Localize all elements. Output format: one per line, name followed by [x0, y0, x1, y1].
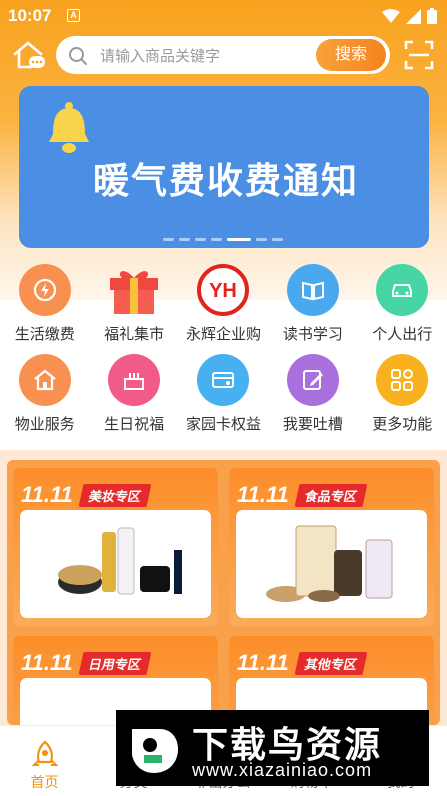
service-label: 更多功能	[372, 416, 433, 433]
service-more[interactable]: 更多功能	[358, 352, 447, 442]
promo-image-cosmetics	[20, 510, 211, 618]
tab-home[interactable]: 首页	[0, 726, 89, 796]
yh-logo-icon: YH	[197, 264, 250, 316]
bill-icon	[18, 264, 71, 316]
home-message-icon[interactable]	[12, 38, 46, 72]
banner-title: 暖气费收费通知	[93, 160, 360, 201]
service-label: 个人出行	[372, 326, 433, 343]
carousel-dot	[163, 238, 174, 241]
tab-label: 首页	[30, 774, 59, 790]
car-icon	[376, 264, 429, 316]
gift-icon	[108, 264, 160, 316]
promo-tag: 日用专区	[78, 651, 152, 675]
search-row: 请输入商品关键字 搜索	[0, 36, 447, 76]
service-property[interactable]: 物业服务	[0, 352, 89, 442]
carousel-dot	[179, 238, 190, 241]
cake-icon	[108, 354, 161, 406]
edit-icon	[286, 354, 339, 406]
status-time: 10:07	[8, 6, 52, 25]
service-living-payment[interactable]: 生活缴费	[0, 262, 89, 352]
service-label: 家园卡权益	[185, 416, 261, 433]
service-home-card[interactable]: 家园卡权益	[179, 352, 268, 442]
carousel-dot	[211, 238, 222, 241]
service-label: 福礼集市	[104, 326, 165, 343]
promo-image-food	[236, 510, 427, 618]
service-travel[interactable]: 个人出行	[358, 262, 447, 352]
watermark-url: www.xiazainiao.com	[192, 760, 373, 780]
carousel-dot	[256, 238, 267, 241]
carousel-dot-active	[227, 238, 251, 241]
search-input[interactable]: 请输入商品关键字	[100, 45, 220, 66]
service-reading[interactable]: 读书学习	[268, 262, 357, 352]
announcement-banner[interactable]: 暖气费收费通知	[19, 86, 429, 248]
house-icon	[18, 354, 71, 406]
wifi-icon	[382, 9, 400, 23]
service-birthday[interactable]: 生日祝福	[89, 352, 178, 442]
notification-icon: A	[67, 9, 80, 22]
carousel-dot	[272, 238, 283, 241]
bird-logo-icon	[132, 729, 178, 773]
service-gift-market[interactable]: 福礼集市	[89, 262, 178, 352]
carousel-dot	[195, 238, 206, 241]
svg-text:YH: YH	[210, 280, 238, 302]
rocket-icon	[31, 740, 59, 766]
scan-icon[interactable]	[404, 40, 434, 70]
promo-tag: 其他专区	[294, 651, 368, 675]
book-icon	[286, 264, 339, 316]
search-button[interactable]: 搜索	[316, 39, 386, 71]
promo-date: 11.11	[237, 650, 289, 675]
search-icon	[69, 47, 87, 65]
promo-date: 11.11	[21, 482, 73, 507]
service-label: 永辉企业购	[185, 326, 261, 343]
card-icon	[197, 354, 250, 406]
battery-icon	[427, 8, 437, 24]
bell-icon	[49, 102, 89, 153]
signal-icon	[406, 8, 421, 24]
service-label: 生日祝福	[104, 416, 165, 433]
promo-tag: 美妆专区	[78, 483, 152, 507]
grid-icon	[376, 354, 429, 406]
promo-panel: 11.11 美妆专区 11.11 食品专区 11.11 日用专区 11.11 其…	[7, 460, 440, 794]
status-bar: 10:07 A	[0, 0, 447, 32]
carousel-indicator	[163, 238, 283, 241]
promo-card-food[interactable]: 11.11 食品专区	[229, 468, 434, 626]
search-box[interactable]: 请输入商品关键字 搜索	[56, 36, 390, 74]
service-grid: 生活缴费 福礼集市 YH 永辉企业购 读书学习 个人出行 物业服务 生日祝福 家…	[0, 262, 447, 442]
promo-tag: 食品专区	[294, 483, 368, 507]
promo-date: 11.11	[237, 482, 289, 507]
service-label: 生活缴费	[14, 326, 75, 343]
service-label: 物业服务	[14, 416, 75, 433]
promo-card-beauty[interactable]: 11.11 美妆专区	[13, 468, 218, 626]
service-label: 我要吐槽	[282, 416, 343, 433]
promo-section: 11.11 美妆专区 11.11 食品专区 11.11 日用专区 11.11 其…	[0, 450, 447, 794]
service-complaint[interactable]: 我要吐槽	[268, 352, 357, 442]
service-yonghui-enterprise[interactable]: YH 永辉企业购	[179, 262, 268, 352]
service-label: 读书学习	[282, 326, 343, 343]
watermark-overlay: 下载鸟资源 www.xiazainiao.com	[116, 710, 429, 786]
promo-date: 11.11	[21, 650, 73, 675]
